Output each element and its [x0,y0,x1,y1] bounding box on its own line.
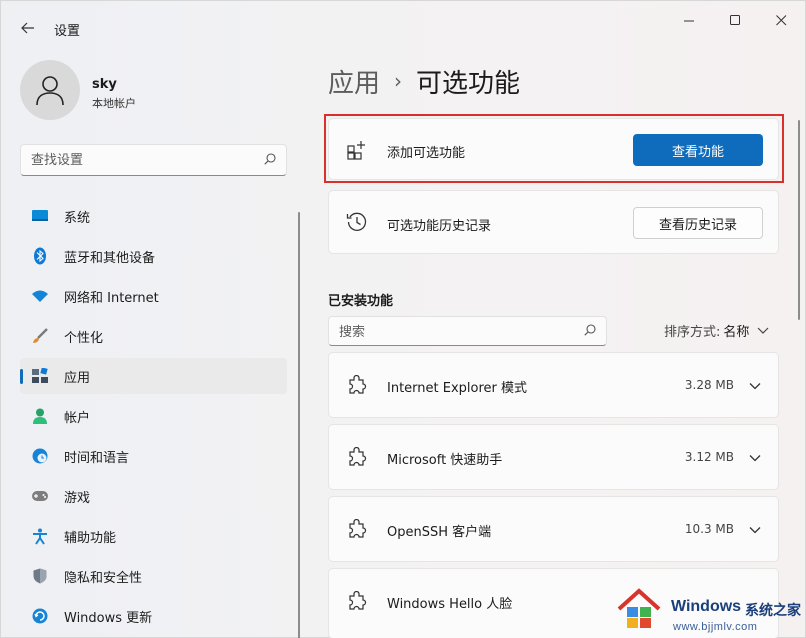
settings-window: 设置 sky 本地帐户 系统 [0,0,806,638]
puzzle-icon [349,447,367,466]
app-title: 设置 [54,24,81,39]
sidebar-item-accounts[interactable]: 帐户 [20,398,287,434]
settings-search-box [20,144,287,176]
sidebar-nav: 系统 蓝牙和其他设备 网络和 Internet 个性化 应用 帐户 时间和语言 … [20,198,287,638]
sidebar-item-label: 游戏 [64,490,91,506]
chevron-down-icon[interactable] [748,451,762,465]
puzzle-icon [349,591,367,610]
sort-dropdown[interactable]: 排序方式: 名称 [664,321,769,340]
sidebar-item-label: 帐户 [64,410,91,426]
search-icon[interactable] [584,324,596,340]
feature-item[interactable]: Microsoft 快速助手 3.12 MB [328,424,779,490]
breadcrumb-separator: › [394,69,403,93]
settings-search-input[interactable] [31,151,251,169]
close-icon [775,14,786,25]
sidebar-item-network[interactable]: 网络和 Internet [20,278,287,314]
sidebar-item-label: 辅助功能 [64,530,117,546]
search-icon[interactable] [264,153,276,169]
chevron-down-icon[interactable] [748,523,762,537]
sidebar-item-accessibility[interactable]: 辅助功能 [20,518,287,554]
apps-icon [31,368,49,384]
chevron-down-icon[interactable] [748,379,762,393]
sidebar-item-label: 个性化 [64,330,104,346]
installed-search-box [328,316,607,346]
wifi-icon [31,288,49,304]
breadcrumb: 应用 › 可选功能 [328,61,520,101]
back-button[interactable] [15,15,41,41]
puzzle-icon [349,375,367,394]
feature-size: 10.3 MB [684,522,734,536]
feature-name: Microsoft 快速助手 [387,453,503,468]
windows-update-icon [31,608,49,624]
minimize-icon [683,20,694,21]
sidebar-item-label: Windows 更新 [64,610,153,626]
globe-clock-icon [31,448,49,464]
account-type: 本地帐户 [92,97,136,110]
bluetooth-icon [31,247,49,265]
accessibility-icon [31,528,49,545]
feature-item[interactable]: OpenSSH 客户端 10.3 MB [328,496,779,562]
feature-name: Internet Explorer 模式 [387,381,528,396]
sidebar-item-label: 隐私和安全性 [64,570,143,586]
sidebar-scrollbar[interactable] [298,212,300,638]
feature-size: 3.28 MB [684,378,734,392]
watermark-subtitle: 系统之家 [745,603,801,619]
sidebar-item-label: 蓝牙和其他设备 [64,250,156,266]
feature-size: 3.12 MB [684,450,734,464]
avatar[interactable] [20,60,80,120]
paintbrush-icon [31,328,49,344]
sidebar-item-label: 网络和 Internet [64,290,159,306]
sidebar-item-personalization[interactable]: 个性化 [20,318,287,354]
watermark-url: www.bjjmlv.com [673,621,758,633]
house-logo-icon [617,588,661,628]
sidebar-item-label: 系统 [64,210,91,226]
feature-item[interactable]: Internet Explorer 模式 3.28 MB [328,352,779,418]
sidebar-item-windows-update[interactable]: Windows 更新 [20,598,287,634]
title-bar: 设置 [1,1,806,45]
maximize-icon [729,14,740,25]
highlight-annotation [324,114,784,183]
sidebar-item-privacy[interactable]: 隐私和安全性 [20,558,287,594]
sidebar-item-system[interactable]: 系统 [20,198,287,234]
sidebar-item-apps[interactable]: 应用 [20,358,287,394]
maximize-button[interactable] [712,7,758,33]
close-button[interactable] [758,7,804,33]
main-scrollbar[interactable] [798,120,800,320]
sidebar-item-bluetooth[interactable]: 蓝牙和其他设备 [20,238,287,274]
sidebar-item-label: 应用 [64,370,91,386]
sidebar-item-gaming[interactable]: 游戏 [20,478,287,514]
person-icon [31,408,49,424]
gamepad-icon [31,488,49,504]
feature-history-card: 可选功能历史记录 查看历史记录 [328,190,779,254]
view-history-button[interactable]: 查看历史记录 [633,207,763,239]
history-label: 可选功能历史记录 [387,219,492,234]
system-display-icon [31,208,49,224]
chevron-down-icon [757,327,769,335]
person-icon [36,76,64,106]
shield-icon [31,568,49,584]
user-name: sky [92,77,117,92]
installed-search-input[interactable] [339,323,569,341]
site-watermark: Windows 系统之家 www.bjjmlv.com [613,585,806,638]
sidebar-item-time-language[interactable]: 时间和语言 [20,438,287,474]
feature-name: Windows Hello 人脸 [387,597,513,612]
history-icon [346,211,368,233]
minimize-button[interactable] [666,7,712,33]
arrow-left-icon [21,22,34,34]
breadcrumb-parent[interactable]: 应用 [328,63,380,100]
sort-label: 排序方式: [664,325,721,340]
feature-name: OpenSSH 客户端 [387,525,492,540]
watermark-title: Windows [671,598,742,615]
sort-value: 名称 [723,325,750,340]
sidebar-item-label: 时间和语言 [64,450,130,466]
page-title: 可选功能 [416,68,521,99]
puzzle-icon [349,519,367,538]
installed-section-title: 已安装功能 [328,294,394,309]
